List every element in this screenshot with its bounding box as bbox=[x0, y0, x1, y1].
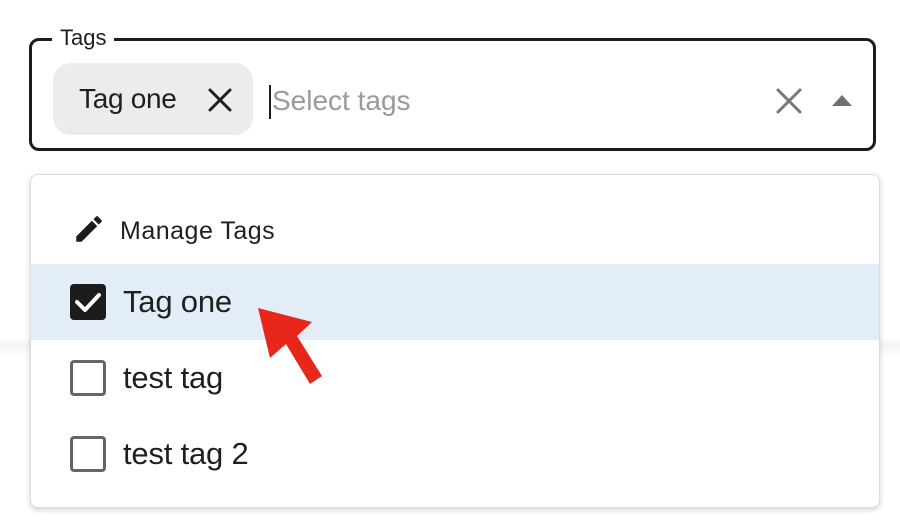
option-test-tag[interactable]: test tag bbox=[31, 340, 879, 416]
option-test-tag-2[interactable]: test tag 2 bbox=[31, 416, 879, 492]
manage-tags-item[interactable]: Manage Tags bbox=[31, 175, 879, 263]
tags-dropdown: Manage Tags Tag one test tag test tag 2 bbox=[30, 174, 880, 508]
tags-search-input[interactable] bbox=[272, 71, 732, 131]
checkbox-checked-icon[interactable] bbox=[70, 284, 106, 320]
option-label: Tag one bbox=[123, 284, 232, 319]
close-icon[interactable] bbox=[207, 87, 233, 113]
tag-chip: Tag one bbox=[53, 63, 253, 135]
tag-chip-label: Tag one bbox=[79, 83, 177, 114]
manage-tags-label: Manage Tags bbox=[120, 217, 276, 245]
pencil-icon bbox=[72, 212, 106, 246]
tags-field[interactable]: Tags Tag one bbox=[29, 24, 876, 151]
option-label: test tag bbox=[123, 360, 224, 395]
caret-up-icon[interactable] bbox=[829, 91, 855, 109]
option-label: test tag 2 bbox=[123, 436, 249, 471]
close-icon[interactable] bbox=[775, 87, 803, 115]
checkbox-unchecked-icon[interactable] bbox=[70, 360, 106, 396]
option-tag-one[interactable]: Tag one bbox=[31, 264, 879, 340]
tags-field-label: Tags bbox=[52, 24, 115, 52]
checkbox-unchecked-icon[interactable] bbox=[70, 436, 106, 472]
text-caret bbox=[269, 85, 271, 119]
